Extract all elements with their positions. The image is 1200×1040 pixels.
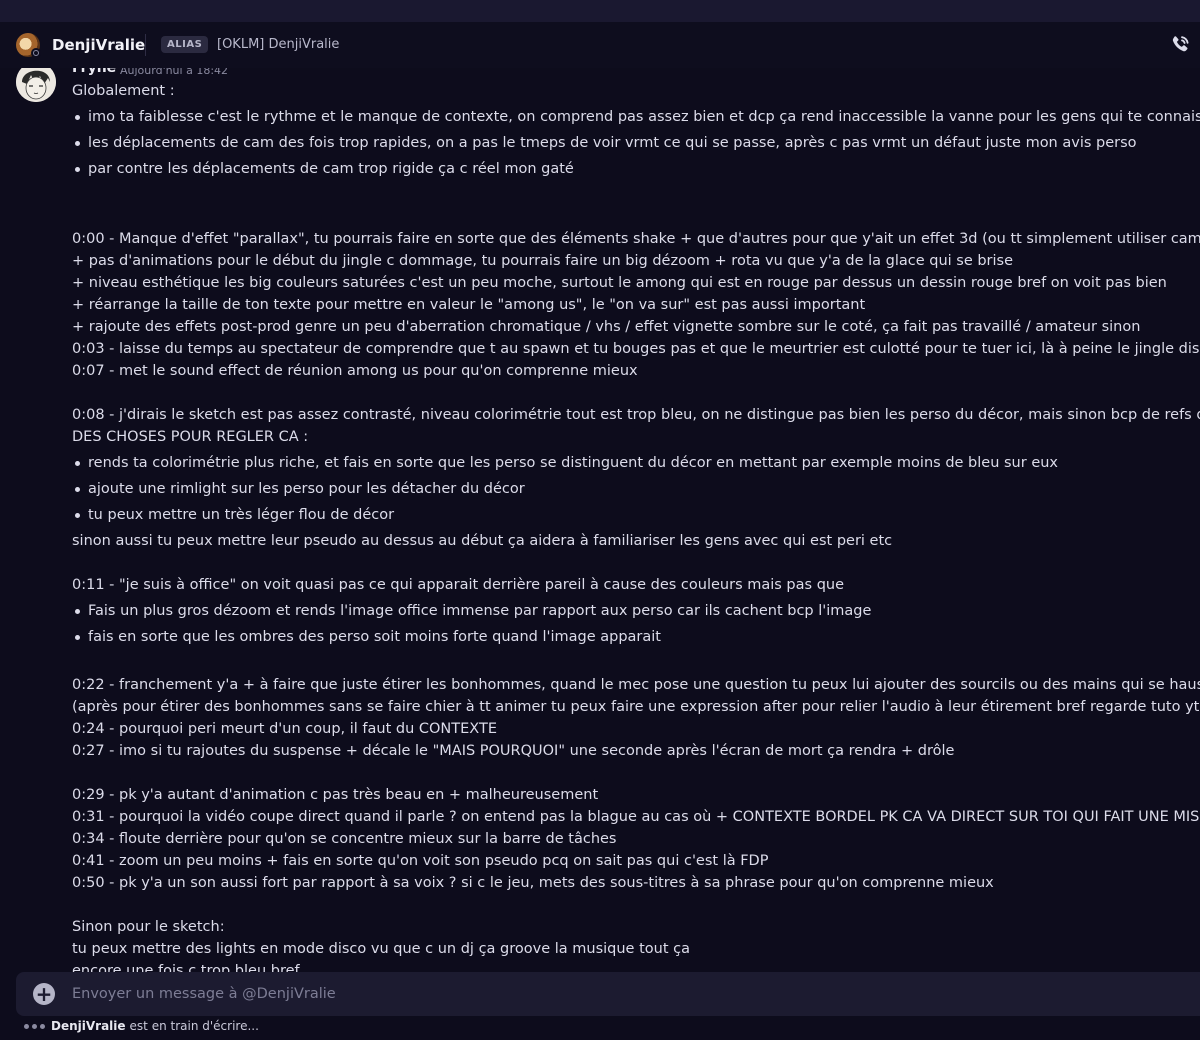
message-line: 0:29 - pk y'a autant d'animation c pas t… xyxy=(72,787,599,803)
message-line: 0:41 - zoom un peu moins + fais en sorte… xyxy=(72,853,769,869)
message-line: 0:00 - Manque d'effet "parallax", tu pou… xyxy=(72,231,1200,247)
message-line: + rajoute des effets post-prod genre un … xyxy=(72,319,1141,335)
bullet-item: par contre les déplacements de cam trop … xyxy=(72,158,1200,180)
typing-dots-icon xyxy=(24,1023,45,1029)
author-avatar[interactable] xyxy=(16,68,56,102)
message-line: + réarrange la taille de ton texte pour … xyxy=(72,297,866,313)
typing-indicator: DenjiVralie est en train d'écrire... xyxy=(24,1019,259,1033)
message-timestamp: Aujourd'hui à 18:42 xyxy=(120,68,229,77)
bullet-item: les déplacements de cam des fois trop ra… xyxy=(72,132,1200,154)
phone-call-icon[interactable] xyxy=(1168,33,1192,57)
message-content: Globalement : imo ta faiblesse c'est le … xyxy=(72,80,1200,972)
typing-text: est en train d'écrire... xyxy=(129,1019,259,1033)
window-top-strip xyxy=(0,0,1200,22)
message-line: (après pour étirer des bonhommes sans se… xyxy=(72,699,1200,715)
bullet-item: ajoute une rimlight sur les perso pour l… xyxy=(72,478,1200,500)
bullet-item: fais en sorte que les ombres des perso s… xyxy=(72,626,1200,648)
message-line: 0:11 - "je suis à office" on voit quasi … xyxy=(72,577,845,593)
bullet-list: rends ta colorimétrie plus riche, et fai… xyxy=(72,452,1200,526)
message-line: sinon aussi tu peux mettre leur pseudo a… xyxy=(72,533,893,549)
bullet-item: imo ta faiblesse c'est le rythme et le m… xyxy=(72,106,1200,128)
message-line: Sinon pour le sketch: xyxy=(72,919,225,935)
message-author[interactable]: Fryne xyxy=(72,68,116,76)
status-offline-icon xyxy=(31,48,41,58)
alias-badge: ALIAS xyxy=(161,36,209,53)
message-line: 0:27 - imo si tu rajoutes du suspense + … xyxy=(72,743,955,759)
bullet-item: Fais un plus gros dézoom et rends l'imag… xyxy=(72,600,1200,622)
bullet-item: tu peux mettre un très léger flou de déc… xyxy=(72,504,1200,526)
message-line: 0:34 - floute derrière pour qu'on se con… xyxy=(72,831,617,847)
message-composer: + xyxy=(16,972,1200,1016)
bullet-item: rends ta colorimétrie plus riche, et fai… xyxy=(72,452,1200,474)
message-line: tu peux mettre des lights en mode disco … xyxy=(72,941,690,957)
message-line: 0:08 - j'dirais le sketch est pas assez … xyxy=(72,407,1200,423)
alias-name: [OKLM] DenjiVralie xyxy=(217,37,340,52)
dm-header: DenjiVralie ALIAS [OKLM] DenjiVralie xyxy=(0,22,1200,68)
message-line: 0:31 - pourquoi la vidéo coupe direct qu… xyxy=(72,809,1200,825)
message-line: 0:22 - franchement y'a + à faire que jus… xyxy=(72,677,1200,693)
bullet-list: imo ta faiblesse c'est le rythme et le m… xyxy=(72,106,1200,180)
message-line: 0:50 - pk y'a un son aussi fort par rapp… xyxy=(72,875,994,891)
message-line: encore une fois c trop bleu bref xyxy=(72,963,300,972)
message-line: 0:03 - laisse du temps au spectateur de … xyxy=(72,341,1200,357)
message-line: 0:07 - met le sound effect de réunion am… xyxy=(72,363,638,379)
message-line: + niveau esthétique les big couleurs sat… xyxy=(72,275,1167,291)
message-line: DES CHOSES POUR REGLER CA : xyxy=(72,429,309,445)
header-divider xyxy=(145,34,146,56)
author-avatar-drawing xyxy=(16,68,56,102)
bullet-list: Fais un plus gros dézoom et rends l'imag… xyxy=(72,600,1200,648)
message-line: Globalement : xyxy=(72,83,175,99)
add-attachment-button[interactable]: + xyxy=(33,983,55,1005)
typing-username: DenjiVralie xyxy=(51,1019,126,1033)
message-line: 0:24 - pourquoi peri meurt d'un coup, il… xyxy=(72,721,497,737)
message-list[interactable]: Fryne Aujourd'hui à 18:42 Globalement : … xyxy=(0,68,1200,972)
dm-username[interactable]: DenjiVralie xyxy=(52,36,145,54)
message-input[interactable] xyxy=(72,972,1172,1016)
message-line: + pas d'animations pour le début du jing… xyxy=(72,253,1014,269)
